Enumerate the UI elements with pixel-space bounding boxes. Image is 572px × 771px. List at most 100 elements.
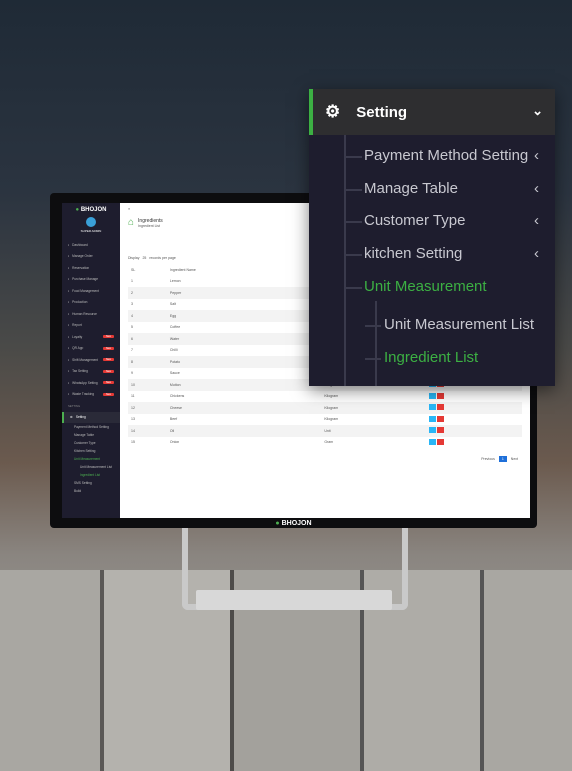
tree-branch [346, 287, 362, 289]
display-label: Display [128, 256, 140, 260]
menu-item[interactable]: Manage Table ‹ [364, 180, 549, 197]
menu-icon: ▪ [68, 311, 70, 316]
setting-menu-header[interactable]: ⚙ Setting ⌄ [309, 89, 555, 135]
tree-branch [346, 254, 362, 256]
delete-button[interactable] [436, 427, 444, 434]
brand-text: BHOJON [80, 207, 107, 213]
page-subtitle: Ingredient List [138, 223, 161, 228]
edit-button[interactable] [428, 415, 436, 422]
bezel-logo: ● BHOJON [275, 520, 312, 527]
sl-cell: 4 [128, 310, 167, 322]
ingredient-cell: Salt [169, 302, 176, 307]
sidebar-subitem[interactable]: Manage Table [62, 431, 120, 439]
sidebar-item[interactable]: ▪ Production [62, 297, 120, 309]
label: Unit Measurement [364, 278, 487, 295]
delete-button[interactable] [436, 392, 444, 399]
sidebar: ● BHOJON SUPER ADMIN ▪ Dashboard ▪ Manage O… [62, 203, 120, 518]
sl-cell: 13 [131, 417, 135, 422]
sl-cell: 11 [131, 394, 135, 399]
sidebar-item[interactable]: ▪ Tax Setting New [62, 366, 120, 378]
sidebar-item[interactable]: ▪ QR App New [62, 343, 120, 355]
label: Purchase Manage [72, 277, 99, 282]
menu-item[interactable]: kitchen Setting ‹ [364, 245, 549, 262]
label: QR App [72, 346, 84, 351]
brand-logo: ● BHOJON [75, 207, 107, 213]
table-row: 15 Onion Gram [128, 437, 522, 449]
tree-branch [346, 221, 362, 223]
sidebar-item-setting[interactable]: ⚙ Setting [62, 411, 120, 423]
sidebar-subitem[interactable]: Kitchen Setting [62, 447, 120, 455]
label: Dashboard [72, 242, 88, 247]
menu-item[interactable]: Ingredient List [384, 349, 569, 366]
sidebar-subitem[interactable]: Unit Measurement List [62, 463, 120, 471]
menu-icon: ▪ [68, 369, 70, 374]
label: Shift Management [72, 357, 99, 362]
sidebar-item[interactable]: ▪ Shift Management New [62, 354, 120, 366]
prev-button[interactable]: Previous [481, 457, 495, 461]
sl-cell: 8 [128, 356, 167, 368]
sidebar-item[interactable]: ▪ Purchase Manage [62, 274, 120, 286]
menu-icon: ▪ [68, 265, 70, 270]
sidebar-subitem[interactable]: Build [62, 487, 120, 495]
ingredient-cell: Potato [166, 356, 322, 368]
next-button[interactable]: Next [511, 457, 518, 461]
sidebar-item[interactable]: ▪ Food Management [62, 285, 120, 297]
menu-icon: ▪ [68, 380, 70, 385]
avatar [86, 217, 96, 227]
tree-line [375, 301, 377, 386]
ingredient-cell: Oil [166, 425, 322, 437]
chevron-left-icon: ‹ [534, 212, 539, 229]
unit-cell: Gram [324, 440, 334, 445]
edit-button[interactable] [428, 438, 436, 445]
sidebar-item[interactable]: ▪ Manage Order [62, 251, 120, 263]
column-header[interactable]: SL [128, 264, 167, 276]
edit-button[interactable] [428, 392, 436, 399]
bezel-brand: BHOJON [281, 520, 312, 527]
column-header[interactable]: Ingredient Name [167, 264, 321, 276]
per-page-select[interactable]: 25 [142, 256, 146, 260]
delete-button[interactable] [436, 438, 444, 445]
delete-button[interactable] [436, 415, 444, 422]
edit-button[interactable] [428, 404, 436, 411]
ingredient-cell: Chilli [169, 348, 178, 353]
sl-cell: 5 [131, 325, 133, 330]
new-badge: New [102, 392, 114, 396]
sidebar-item[interactable]: ▪ Waste Tracking New [62, 389, 120, 401]
menu-item[interactable]: Unit Measurement [364, 278, 549, 295]
sidebar-item[interactable]: ▪ Reservation [62, 262, 120, 274]
label: kitchen Setting [364, 245, 463, 262]
sl-cell: 6 [128, 333, 167, 345]
sidebar-subitem[interactable]: Ingredient List [62, 471, 120, 479]
label: Customer Type [364, 212, 466, 229]
ingredient-cell: Chickens [169, 394, 185, 399]
label: Reservation [72, 265, 90, 270]
sl-cell: 14 [128, 425, 167, 437]
sidebar-subitem[interactable]: Customer Type [62, 439, 120, 447]
menu-item[interactable]: Customer Type ‹ [364, 212, 549, 229]
ingredient-cell: Cheese [166, 402, 322, 414]
sidebar-item[interactable]: ▪ Loyalty New [62, 331, 120, 343]
sidebar-subitem[interactable]: Unit Measurement [62, 455, 120, 463]
new-badge: New [102, 381, 114, 385]
label: Waste Tracking [72, 392, 94, 397]
tree-branch [365, 325, 381, 327]
page-1-button[interactable]: 1 [498, 456, 507, 462]
delete-button[interactable] [436, 404, 444, 411]
menu-icon: ▪ [68, 323, 70, 328]
menu-item[interactable]: Payment Method Setting ‹ [364, 147, 549, 164]
sidebar-subitem[interactable]: SMS Setting [62, 479, 120, 487]
ingredient-cell: Onion [169, 440, 180, 445]
action-cell [426, 437, 522, 449]
sidebar-item[interactable]: ▪ Report [62, 320, 120, 332]
table-row: 12 Cheese Kilogram [128, 402, 522, 414]
sidebar-item[interactable]: ▪ Dashboard [62, 239, 120, 251]
sidebar-subitem[interactable]: Payment Method Setting [62, 423, 120, 431]
menu-item[interactable]: Unit Measurement List [384, 316, 569, 333]
label: Production [72, 300, 88, 305]
label: WhatsApp Setting [72, 380, 98, 385]
label: Manage Table [364, 180, 458, 197]
sidebar-item[interactable]: ▪ Human Resource [62, 308, 120, 320]
sidebar-item[interactable]: ▪ WhatsApp Setting New [62, 377, 120, 389]
edit-button[interactable] [428, 427, 436, 434]
menu-icon: ▪ [68, 346, 70, 351]
